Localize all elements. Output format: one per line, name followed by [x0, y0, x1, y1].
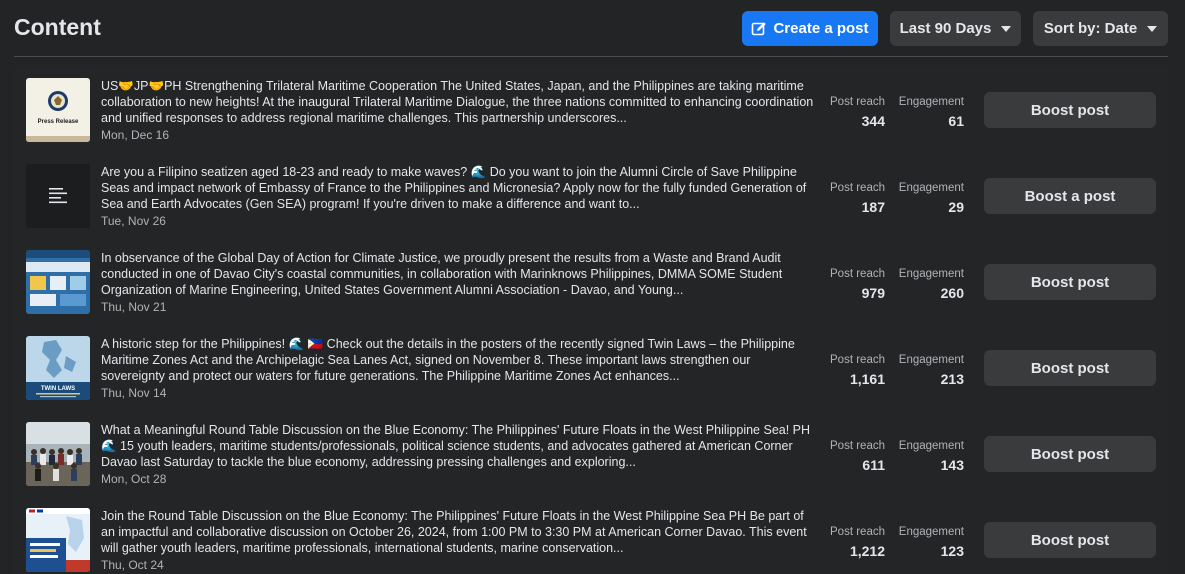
engagement-metric: Engagement 29: [899, 181, 964, 217]
boost-post-button[interactable]: Boost a post: [984, 178, 1156, 214]
text-post-icon: [26, 164, 90, 228]
post-date: Thu, Oct 24: [101, 558, 164, 572]
post-reach-metric: Post reach 1,212: [830, 525, 885, 561]
post-reach-value: 1,212: [849, 543, 885, 559]
event-poster-image: [26, 508, 90, 572]
boost-post-button[interactable]: Boost post: [984, 522, 1156, 558]
post-list: Press Release US🤝JP🤝PH Strengthening Tri…: [14, 67, 1169, 574]
post-text[interactable]: What a Meaningful Round Table Discussion…: [101, 422, 815, 470]
engagement-label: Engagement: [898, 440, 964, 452]
post-row[interactable]: TWIN LAWS A historic step for the Philip…: [14, 325, 1169, 411]
boost-post-button[interactable]: Boost post: [984, 264, 1156, 300]
create-post-label: Create a post: [773, 20, 869, 37]
engagement-label: Engagement: [898, 182, 964, 194]
post-reach-label: Post reach: [830, 526, 885, 538]
post-reach-metric: Post reach 187: [830, 181, 885, 217]
post-thumbnail[interactable]: [26, 422, 90, 486]
group-photo-image: [26, 422, 90, 486]
post-text[interactable]: Are you a Filipino seatizen aged 18-23 a…: [101, 164, 815, 212]
engagement-value: 143: [940, 457, 964, 473]
boost-post-button[interactable]: Boost post: [984, 436, 1156, 472]
create-post-button[interactable]: Create a post: [742, 11, 878, 46]
post-text[interactable]: Join the Round Table Discussion on the B…: [101, 508, 815, 556]
post-thumbnail[interactable]: [26, 250, 90, 314]
content-header: Content Create a post Last 90 Days Sort …: [0, 0, 1185, 57]
date-range-dropdown[interactable]: Last 90 Days: [890, 11, 1021, 46]
post-reach-metric: Post reach 979: [830, 267, 885, 303]
caret-down-icon: [1001, 25, 1012, 32]
post-text[interactable]: US🤝JP🤝PH Strengthening Trilateral Mariti…: [101, 78, 815, 126]
post-reach-label: Post reach: [830, 354, 885, 366]
post-row[interactable]: Press Release US🤝JP🤝PH Strengthening Tri…: [14, 67, 1169, 153]
date-range-label: Last 90 Days: [899, 20, 992, 37]
edit-icon: [752, 21, 767, 35]
page-title: Content: [14, 14, 101, 40]
post-row[interactable]: Join the Round Table Discussion on the B…: [14, 497, 1169, 574]
header-divider: [14, 56, 1168, 57]
engagement-value: 213: [940, 371, 964, 387]
post-reach-label: Post reach: [830, 268, 885, 280]
engagement-metric: Engagement 143: [899, 439, 964, 475]
post-reach-metric: Post reach 611: [830, 439, 885, 475]
caret-down-icon: [1147, 25, 1158, 32]
engagement-label: Engagement: [898, 526, 964, 538]
post-date: Thu, Nov 14: [101, 386, 167, 400]
engagement-metric: Engagement 213: [899, 353, 964, 389]
engagement-metric: Engagement 123: [899, 525, 964, 561]
engagement-label: Engagement: [898, 268, 964, 280]
press-release-image: Press Release: [26, 78, 90, 142]
engagement-value: 29: [948, 199, 964, 215]
post-date: Mon, Dec 16: [101, 128, 170, 142]
post-text[interactable]: A historic step for the Philippines! 🌊 🇵…: [101, 336, 815, 384]
infographic-image: [26, 250, 90, 314]
post-date: Mon, Oct 28: [101, 472, 167, 486]
post-date: Thu, Nov 21: [101, 300, 167, 314]
twin-laws-poster: TWIN LAWS: [26, 336, 90, 400]
engagement-label: Engagement: [898, 354, 964, 366]
engagement-value: 260: [940, 285, 964, 301]
post-reach-value: 611: [862, 457, 885, 473]
post-thumbnail[interactable]: Press Release: [26, 78, 90, 142]
post-reach-metric: Post reach 1,161: [830, 353, 885, 389]
twin-laws-caption: TWIN LAWS: [41, 386, 75, 392]
post-thumbnail[interactable]: [26, 164, 90, 228]
sort-dropdown[interactable]: Sort by: Date: [1033, 11, 1168, 46]
post-reach-metric: Post reach 344: [830, 95, 885, 131]
boost-post-button[interactable]: Boost post: [984, 350, 1156, 386]
engagement-metric: Engagement 61: [899, 95, 964, 131]
press-release-caption: Press Release: [38, 119, 79, 125]
post-row[interactable]: Are you a Filipino seatizen aged 18-23 a…: [14, 153, 1169, 239]
post-thumbnail[interactable]: [26, 508, 90, 572]
post-reach-label: Post reach: [830, 96, 885, 108]
boost-post-button[interactable]: Boost post: [984, 92, 1156, 128]
post-reach-value: 1,161: [849, 371, 885, 387]
engagement-label: Engagement: [898, 96, 964, 108]
post-reach-value: 187: [861, 199, 885, 215]
post-reach-label: Post reach: [830, 440, 885, 452]
post-row[interactable]: What a Meaningful Round Table Discussion…: [14, 411, 1169, 497]
post-date: Tue, Nov 26: [101, 214, 166, 228]
sort-label: Sort by: Date: [1043, 20, 1138, 37]
post-row[interactable]: In observance of the Global Day of Actio…: [14, 239, 1169, 325]
post-thumbnail[interactable]: TWIN LAWS: [26, 336, 90, 400]
post-reach-label: Post reach: [830, 182, 885, 194]
engagement-metric: Engagement 260: [899, 267, 964, 303]
post-reach-value: 344: [861, 113, 885, 129]
engagement-value: 61: [948, 113, 964, 129]
post-reach-value: 979: [861, 285, 885, 301]
engagement-value: 123: [940, 543, 964, 559]
post-text[interactable]: In observance of the Global Day of Actio…: [101, 250, 815, 298]
